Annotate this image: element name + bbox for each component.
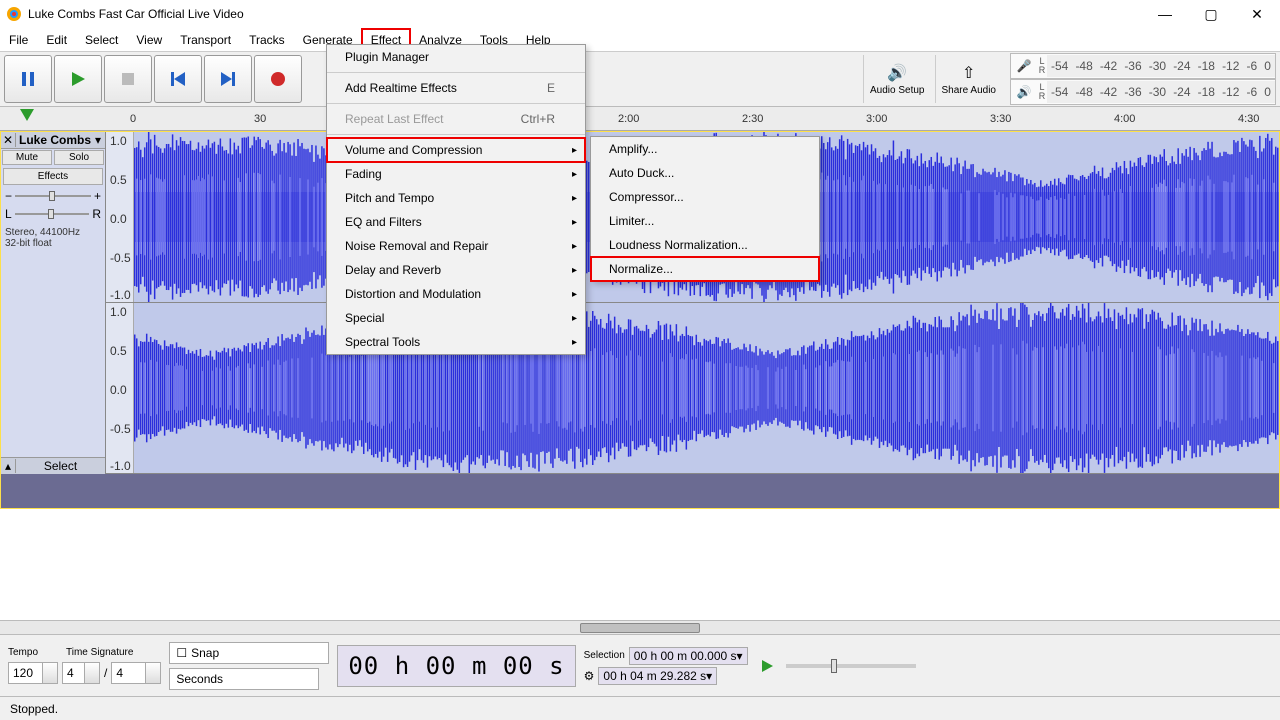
menu-eq-filters[interactable]: EQ and Filters▸ bbox=[327, 210, 585, 234]
pause-button[interactable] bbox=[4, 55, 52, 103]
track-collapse-button[interactable]: ▴ bbox=[1, 459, 16, 473]
playhead-marker[interactable] bbox=[20, 109, 34, 121]
track-format: Stereo, 44100Hz 32-bit float bbox=[1, 223, 105, 253]
volume-compression-submenu: Amplify... Auto Duck... Compressor... Li… bbox=[590, 136, 820, 282]
status-bar: Stopped. bbox=[0, 696, 1280, 720]
play-button[interactable] bbox=[54, 55, 102, 103]
menu-file[interactable]: File bbox=[0, 29, 37, 51]
app-icon bbox=[6, 6, 22, 22]
close-button[interactable]: ✕ bbox=[1234, 0, 1280, 28]
minimize-button[interactable]: — bbox=[1142, 0, 1188, 28]
menu-transport[interactable]: Transport bbox=[171, 29, 240, 51]
menu-auto-duck[interactable]: Auto Duck... bbox=[591, 161, 819, 185]
speaker-icon: 🔊 bbox=[887, 63, 907, 83]
menu-compressor[interactable]: Compressor... bbox=[591, 185, 819, 209]
timesig-num-input[interactable]: 4 bbox=[62, 662, 100, 684]
window-title: Luke Combs Fast Car Official Live Video bbox=[28, 7, 244, 21]
stop-button[interactable] bbox=[104, 55, 152, 103]
tempo-input[interactable]: 120 bbox=[8, 662, 58, 684]
status-text: Stopped. bbox=[10, 702, 58, 716]
menu-repeat-last: Repeat Last EffectCtrl+R bbox=[327, 107, 585, 131]
waveform-right[interactable] bbox=[134, 303, 1279, 473]
time-display[interactable]: 00 h 00 m 00 s bbox=[337, 645, 575, 687]
maximize-button[interactable]: ▢ bbox=[1188, 0, 1234, 28]
menu-fading[interactable]: Fading▸ bbox=[327, 162, 585, 186]
menu-amplify[interactable]: Amplify... bbox=[591, 137, 819, 161]
audio-setup-button[interactable]: 🔊 Audio Setup bbox=[863, 55, 931, 103]
share-audio-button[interactable]: ⇧ Share Audio bbox=[935, 55, 1003, 103]
chevron-right-icon: ▸ bbox=[572, 145, 577, 156]
playback-speed-slider[interactable] bbox=[786, 664, 916, 668]
horizontal-scrollbar[interactable] bbox=[0, 620, 1280, 634]
mute-button[interactable]: Mute bbox=[2, 150, 52, 165]
menu-add-realtime-effects[interactable]: Add Realtime EffectsE bbox=[327, 76, 585, 100]
menu-delay-reverb[interactable]: Delay and Reverb▸ bbox=[327, 258, 585, 282]
timeline-ruler[interactable]: 0 30 2:00 2:30 3:00 3:30 4:00 4:30 bbox=[0, 107, 1280, 131]
menu-edit[interactable]: Edit bbox=[37, 29, 76, 51]
menu-plugin-manager[interactable]: Plugin Manager bbox=[327, 45, 585, 69]
mic-icon: 🎤 bbox=[1011, 59, 1037, 73]
track-name[interactable]: Luke Combs bbox=[16, 133, 91, 147]
skip-end-button[interactable] bbox=[204, 55, 252, 103]
play-at-speed-button[interactable] bbox=[756, 655, 778, 677]
track-control-panel[interactable]: ✕ Luke Combs ▾ Mute Solo Effects −+ LR S… bbox=[1, 132, 106, 474]
toolbar: 🔊 Audio Setup ⇧ Share Audio 🎤 LR -54-48-… bbox=[0, 52, 1280, 107]
pan-slider[interactable]: LR bbox=[5, 208, 101, 220]
skip-start-button[interactable] bbox=[154, 55, 202, 103]
timesig-den-select[interactable]: 4 bbox=[111, 662, 161, 684]
amplitude-scale-left: 1.0 0.5 0.0 -0.5 -1.0 bbox=[106, 132, 134, 302]
menu-special[interactable]: Special▸ bbox=[327, 306, 585, 330]
menu-view[interactable]: View bbox=[127, 29, 171, 51]
record-button[interactable] bbox=[254, 55, 302, 103]
menu-loudness-normalization[interactable]: Loudness Normalization... bbox=[591, 233, 819, 257]
snap-checkbox[interactable]: ☐Snap bbox=[169, 642, 329, 664]
menu-noise-removal[interactable]: Noise Removal and Repair▸ bbox=[327, 234, 585, 258]
solo-button[interactable]: Solo bbox=[54, 150, 104, 165]
record-meter[interactable]: 🎤 LR -54-48-42-36-30-24-18-12-60 bbox=[1010, 53, 1276, 79]
menu-limiter[interactable]: Limiter... bbox=[591, 209, 819, 233]
selection-end-input[interactable]: 00 h 04 m 29.282 s▾ bbox=[598, 667, 717, 685]
menu-volume-compression[interactable]: Volume and Compression▸ bbox=[327, 138, 585, 162]
menubar: File Edit Select View Transport Tracks G… bbox=[0, 28, 1280, 52]
menu-select[interactable]: Select bbox=[76, 29, 127, 51]
share-icon: ⇧ bbox=[962, 63, 975, 83]
effect-menu-dropdown: Plugin Manager Add Realtime EffectsE Rep… bbox=[326, 44, 586, 355]
menu-pitch-tempo[interactable]: Pitch and Tempo▸ bbox=[327, 186, 585, 210]
effects-button[interactable]: Effects bbox=[3, 168, 103, 185]
track-menu-chevron[interactable]: ▾ bbox=[91, 133, 105, 147]
amplitude-scale-right: 1.0 0.5 0.0 -0.5 -1.0 bbox=[106, 303, 134, 473]
track-close-button[interactable]: ✕ bbox=[1, 133, 16, 147]
bottom-toolbar: Tempo Time Signature 120 4 / 4 ☐Snap Sec… bbox=[0, 634, 1280, 696]
playback-meter[interactable]: 🔊 LR -54-48-42-36-30-24-18-12-60 bbox=[1010, 79, 1276, 105]
snap-unit-select[interactable]: Seconds bbox=[169, 668, 319, 690]
selection-start-input[interactable]: 00 h 00 m 00.000 s▾ bbox=[629, 647, 748, 665]
menu-tracks[interactable]: Tracks bbox=[240, 29, 294, 51]
track-select-button[interactable]: Select bbox=[16, 459, 105, 473]
gear-icon[interactable]: ⚙ bbox=[584, 669, 595, 683]
speaker-icon: 🔊 bbox=[1011, 85, 1037, 99]
menu-distortion-modulation[interactable]: Distortion and Modulation▸ bbox=[327, 282, 585, 306]
menu-normalize[interactable]: Normalize... bbox=[591, 257, 819, 281]
title-bar: Luke Combs Fast Car Official Live Video … bbox=[0, 0, 1280, 28]
menu-spectral-tools[interactable]: Spectral Tools▸ bbox=[327, 330, 585, 354]
gain-slider[interactable]: −+ bbox=[5, 190, 101, 202]
